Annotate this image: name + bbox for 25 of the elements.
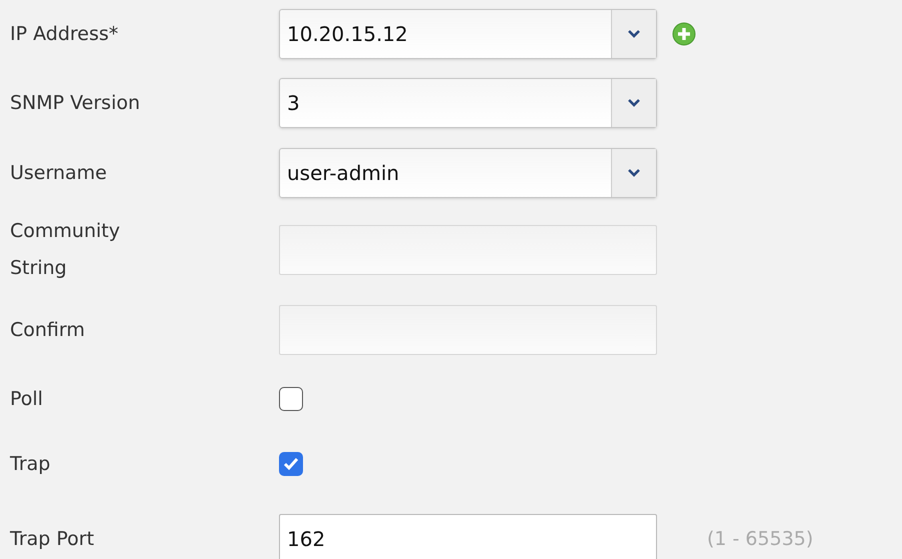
dropdown-field[interactable]: 3 — [279, 78, 657, 128]
field-label: Poll — [10, 386, 44, 412]
field-label: Community String — [10, 218, 121, 280]
dropdown-value: 3 — [286, 90, 301, 117]
chevron-down-icon — [627, 29, 641, 39]
field-label: IP Address* — [10, 22, 120, 46]
field-label: Username — [10, 160, 108, 186]
field-label: SNMP Version — [10, 90, 142, 116]
text-field[interactable] — [279, 305, 657, 355]
field-label: Trap Port — [10, 526, 96, 552]
dropdown-value: user-admin — [286, 160, 400, 187]
range-hint: (1 - 65535) — [707, 526, 814, 552]
text-field[interactable] — [279, 224, 657, 274]
check-icon — [283, 457, 299, 471]
dropdown-value: 10.20.15.12 — [286, 21, 409, 48]
field-label: Confirm — [10, 318, 86, 342]
dropdown-field[interactable]: user-admin — [279, 148, 657, 198]
dropdown-field[interactable]: 10.20.15.12 — [279, 9, 657, 59]
field-label: Trap — [10, 452, 52, 476]
add-button[interactable] — [672, 22, 696, 46]
chevron-down-icon — [627, 168, 641, 178]
text-field[interactable]: 162 — [279, 514, 657, 559]
checkbox[interactable] — [279, 387, 303, 411]
checkbox[interactable] — [279, 452, 303, 476]
chevron-down-icon — [627, 98, 641, 108]
